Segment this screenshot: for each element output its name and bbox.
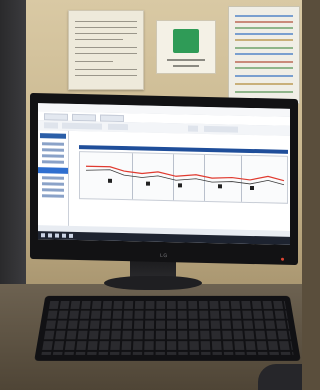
power-indicator (281, 257, 284, 261)
sidebar-item[interactable] (42, 188, 64, 192)
toolbar-button[interactable] (44, 122, 58, 129)
taskbar (38, 231, 290, 245)
sidebar-item[interactable] (42, 182, 64, 186)
amplification-plot (79, 151, 288, 204)
sidebar-item[interactable] (42, 148, 64, 152)
green-sign (156, 20, 216, 74)
toolbar-button[interactable] (188, 125, 198, 132)
mouse (258, 364, 302, 390)
posted-notice-left (68, 10, 144, 90)
sidebar (38, 130, 69, 226)
sidebar-item[interactable] (42, 176, 64, 180)
red-trace-line (85, 165, 285, 186)
keyboard-keys (41, 301, 294, 355)
toolbar-button[interactable] (108, 123, 128, 131)
taskbar-app-icon[interactable] (62, 233, 66, 238)
start-icon[interactable] (41, 233, 45, 238)
posted-color-chart (228, 6, 300, 104)
sample-marker (146, 181, 150, 186)
sign-green-icon (173, 29, 199, 53)
sidebar-item[interactable] (42, 160, 64, 164)
sample-marker (218, 184, 222, 189)
toolbar-button[interactable] (204, 125, 238, 133)
sidebar-item[interactable] (42, 194, 64, 198)
monitor: LG (30, 92, 298, 266)
taskbar-app-icon[interactable] (55, 233, 59, 238)
sidebar-item[interactable] (42, 142, 64, 146)
taskbar-app-icon[interactable] (48, 233, 52, 238)
sample-marker (250, 185, 254, 191)
sidebar-header (40, 133, 66, 139)
dark-cabinet (0, 0, 26, 330)
sample-marker (108, 178, 112, 183)
sidebar-item[interactable] (42, 154, 64, 158)
monitor-screen (38, 103, 290, 245)
sample-marker (178, 183, 182, 188)
keyboard (34, 295, 301, 361)
toolbar-field[interactable] (62, 122, 102, 130)
main-panel (69, 130, 290, 231)
sidebar-item-selected[interactable] (38, 167, 68, 174)
calculator-icon[interactable] (69, 233, 73, 238)
monitor-stand-base (104, 276, 202, 290)
